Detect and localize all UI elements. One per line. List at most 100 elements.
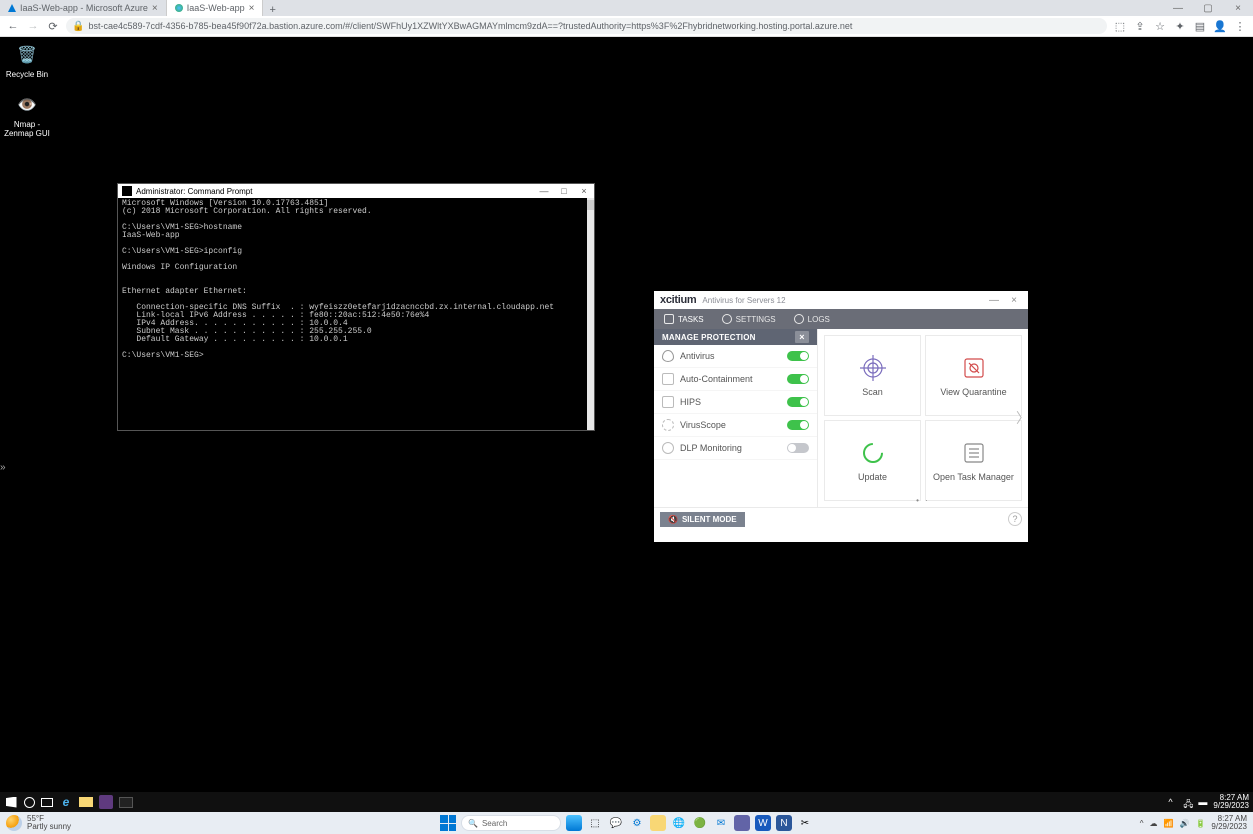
chevron-up-icon[interactable]: ^ [1168,797,1178,807]
silent-mode-button[interactable]: 🔇 SILENT MODE [660,512,745,527]
onedrive-icon[interactable]: ☁ [1150,819,1158,828]
protection-row-autocontainment: Auto-Containment [654,368,817,391]
copilot-icon[interactable] [566,815,582,831]
start-button[interactable] [440,815,456,831]
bastion-handle-icon[interactable]: » [0,462,6,473]
logs-icon [794,314,804,324]
maximize-button[interactable]: □ [554,186,574,196]
chrome-icon[interactable]: 🟢 [692,815,708,831]
chevron-up-icon[interactable]: ^ [1140,819,1144,828]
card-label: View Quarantine [940,387,1006,397]
command-prompt-window[interactable]: Administrator: Command Prompt — □ × Micr… [117,183,595,431]
wifi-icon[interactable]: 📶 [1164,819,1174,828]
browser-tab-azure[interactable]: IaaS-Web-app - Microsoft Azure × [0,0,167,16]
minimize-button[interactable]: — [1163,0,1193,16]
battery-icon[interactable]: 🔋 [1195,819,1205,828]
outlook-icon[interactable]: ✉ [713,815,729,831]
edge-icon[interactable]: 🌐 [671,815,687,831]
file-explorer-icon[interactable] [79,797,93,807]
panel-close-icon[interactable]: × [795,331,809,343]
weather-widget[interactable]: 55°F Partly sunny [6,815,71,831]
new-tab-button[interactable]: + [263,4,277,16]
share-icon[interactable]: ⇪ [1133,20,1147,33]
word-icon[interactable]: W [755,815,771,831]
tab-close-icon[interactable]: × [152,3,158,14]
desktop-icon-nmap[interactable]: 👁️ Nmap - Zenmap GUI [2,93,52,139]
nav-settings[interactable]: SETTINGS [722,314,776,324]
settings-icon[interactable]: ⚙ [629,815,645,831]
clock[interactable]: 8:27 AM 9/29/2023 [1213,794,1249,810]
teams-icon[interactable] [734,815,750,831]
menu-icon[interactable]: ⋮ [1233,20,1247,33]
terminal-taskbar-icon[interactable] [119,797,133,808]
task-view-icon[interactable]: ⬚ [587,815,603,831]
next-page-icon[interactable]: 〉 [1016,408,1030,428]
widgets-icon[interactable]: 💬 [608,815,624,831]
volume-icon[interactable]: 🔊 [1179,819,1189,828]
card-label: Update [858,472,887,482]
onenote-icon[interactable]: N [776,815,792,831]
nav-tasks[interactable]: TASKS [664,314,704,324]
address-bar[interactable]: 🔒 [66,18,1107,34]
start-button[interactable] [4,795,18,809]
toggle-viruscope[interactable] [787,420,809,430]
browser-tab-webapp[interactable]: IaaS-Web-app × [167,0,264,16]
protection-label: Antivirus [680,351,715,361]
host-system-tray: ^ ☁ 📶 🔊 🔋 8:27 AM 9/29/2023 [1140,815,1247,831]
url-input[interactable] [88,21,1101,31]
profile-icon[interactable]: 👤 [1213,20,1227,33]
remote-desktop: 🗑️ Recycle Bin 👁️ Nmap - Zenmap GUI » Ad… [0,37,1253,834]
file-explorer-icon[interactable] [650,815,666,831]
nav-logs[interactable]: LOGS [794,314,830,324]
snip-icon[interactable]: ✂ [797,815,813,831]
xcitium-taskbar-icon[interactable] [99,795,113,809]
card-quarantine[interactable]: View Quarantine [925,335,1022,416]
clock[interactable]: 8:27 AM 9/29/2023 [1211,815,1247,831]
close-button[interactable]: × [1223,0,1253,16]
sidepanel-icon[interactable]: ▤ [1193,20,1207,33]
search-placeholder: Search [482,819,507,828]
crosshair-icon [860,355,886,381]
quarantine-icon [961,355,987,381]
remote-taskbar: e [0,792,1253,812]
extensions-icon[interactable]: ✦ [1173,20,1187,33]
close-button[interactable]: × [1006,295,1022,306]
task-view-button[interactable] [41,798,53,807]
tab-close-icon[interactable]: × [249,3,255,14]
card-scan[interactable]: Scan [824,335,921,416]
weather-icon [6,815,22,831]
bookmark-icon[interactable]: ☆ [1153,20,1167,33]
maximize-button[interactable]: ▢ [1193,0,1223,16]
xcitium-nav: TASKS SETTINGS LOGS [654,309,1028,329]
card-taskmanager[interactable]: Open Task Manager [925,420,1022,501]
cmd-titlebar[interactable]: Administrator: Command Prompt — □ × [118,184,594,198]
xcitium-window[interactable]: xcitium Antivirus for Servers 12 — × TAS… [654,291,1028,542]
reload-button[interactable]: ⟳ [46,20,60,33]
eye-icon [662,442,674,454]
xcitium-titlebar[interactable]: xcitium Antivirus for Servers 12 — × [654,291,1028,309]
internet-explorer-icon[interactable]: e [59,795,73,809]
install-icon[interactable]: ⬚ [1113,20,1127,33]
toggle-autocontainment[interactable] [787,374,809,384]
network-icon[interactable]: 🖧 [1183,797,1193,807]
icon-label: Recycle Bin [6,70,48,79]
cmd-output[interactable]: Microsoft Windows [Version 10.0.17763.48… [118,198,594,430]
recycle-bin-icon: 🗑️ [14,43,40,69]
toggle-hips[interactable] [787,397,809,407]
back-button[interactable]: ← [6,20,20,32]
close-button[interactable]: × [574,186,594,196]
taskbar-search[interactable]: 🔍 Search [461,815,561,831]
protection-label: HIPS [680,397,701,407]
minimize-button[interactable]: — [986,295,1002,306]
search-button[interactable] [24,797,35,808]
card-update[interactable]: Update [824,420,921,501]
help-icon[interactable]: ? [1008,512,1022,526]
manage-protection-panel: MANAGE PROTECTION × Antivirus Auto-Conta… [654,329,818,507]
forward-button[interactable]: → [26,20,40,32]
toggle-antivirus[interactable] [787,351,809,361]
minimize-button[interactable]: — [534,186,554,196]
shield-tray-icon[interactable]: ▬ [1198,797,1208,807]
toggle-dlp[interactable] [787,443,809,453]
cmd-scrollbar[interactable] [587,198,594,430]
desktop-icon-recycle-bin[interactable]: 🗑️ Recycle Bin [2,43,52,80]
